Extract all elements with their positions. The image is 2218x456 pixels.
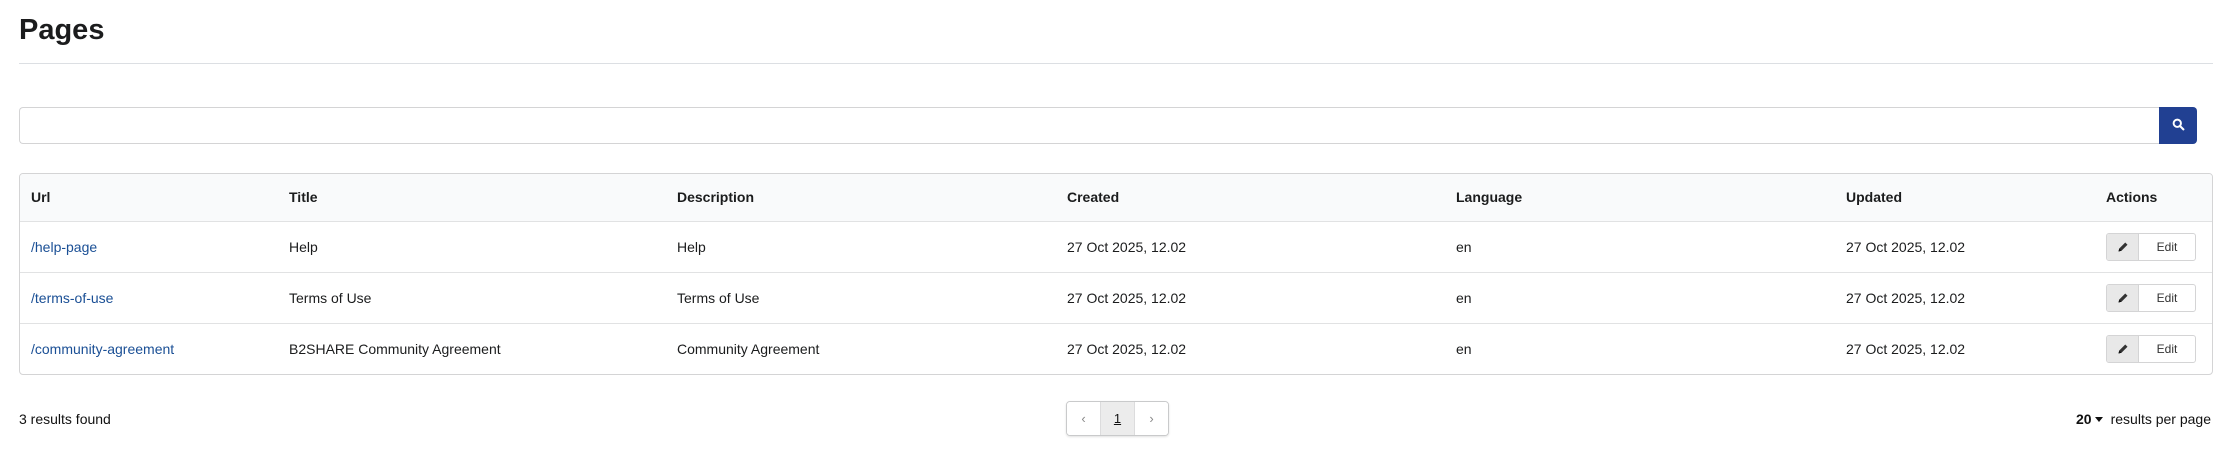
cell-created: 27 Oct 2025, 12.02 xyxy=(1067,238,1187,255)
cell-title: Terms of Use xyxy=(278,271,666,323)
title-divider xyxy=(19,63,2213,64)
cell-actions: Edit xyxy=(2095,221,2212,272)
search-button[interactable] xyxy=(2159,107,2197,144)
table-header-row: Url Title Description Created Language U… xyxy=(20,174,2212,222)
cell-url: /terms-of-use xyxy=(20,271,278,323)
pencil-icon xyxy=(2107,335,2139,362)
table-row: /community-agreement B2SHARE Community A… xyxy=(20,322,2212,374)
page-url-link[interactable]: /help-page xyxy=(31,239,97,255)
cell-title: B2SHARE Community Agreement xyxy=(278,322,666,374)
cell-language: en xyxy=(1456,238,1472,255)
per-page-dropdown[interactable]: 20 xyxy=(2076,411,2111,427)
pencil-icon xyxy=(2107,233,2139,260)
edit-button-label: Edit xyxy=(2156,341,2178,356)
per-page-label: results per page xyxy=(2110,411,2211,427)
search-input[interactable] xyxy=(19,107,2159,144)
pages-admin-view: Pages Url Title Description Created Lang… xyxy=(0,0,2218,456)
per-page-value: 20 xyxy=(2076,411,2092,427)
cell-description: Help xyxy=(677,238,706,255)
cell-actions: Edit xyxy=(2095,271,2212,323)
column-header-title[interactable]: Title xyxy=(278,174,666,222)
cell-language: en xyxy=(1445,271,1835,323)
cell-description: Terms of Use xyxy=(666,271,1056,323)
column-header-url[interactable]: Url xyxy=(20,174,278,222)
column-header-actions: Actions xyxy=(2095,174,2212,222)
results-per-page: 20 results per page xyxy=(2076,411,2211,427)
pencil-icon xyxy=(2107,284,2139,311)
pages-table: Url Title Description Created Language U… xyxy=(19,173,2213,375)
column-header-description[interactable]: Description xyxy=(666,174,1056,222)
edit-button-label: Edit xyxy=(2156,239,2178,254)
edit-button[interactable]: Edit xyxy=(2106,334,2196,363)
edit-button-label: Edit xyxy=(2156,290,2178,305)
cell-updated: 27 Oct 2025, 12.02 xyxy=(1835,271,2095,323)
pagination-next[interactable]: › xyxy=(1134,402,1168,435)
cell-actions: Edit xyxy=(2095,322,2212,374)
cell-updated: 27 Oct 2025, 12.02 xyxy=(1835,322,2095,374)
column-header-created[interactable]: Created xyxy=(1056,174,1445,222)
cell-description: Community Agreement xyxy=(666,322,1056,374)
edit-button[interactable]: Edit xyxy=(2106,283,2196,312)
page-url-link[interactable]: /community-agreement xyxy=(31,341,174,357)
edit-button[interactable]: Edit xyxy=(2106,232,2196,261)
results-count: 3 results found xyxy=(19,411,111,427)
search-icon xyxy=(2172,118,2185,134)
column-header-updated[interactable]: Updated xyxy=(1835,174,2095,222)
cell-created: 27 Oct 2025, 12.02 xyxy=(1056,271,1445,323)
pagination-page[interactable]: 1 xyxy=(1100,402,1134,435)
table-row: /help-page Help Help 27 Oct 2025, 12.02 … xyxy=(20,221,2212,272)
cell-url: /help-page xyxy=(20,221,278,272)
cell-url: /community-agreement xyxy=(20,322,278,374)
column-header-language[interactable]: Language xyxy=(1445,174,1835,222)
pagination-prev[interactable]: ‹ xyxy=(1067,402,1100,435)
table-row: /terms-of-use Terms of Use Terms of Use … xyxy=(20,271,2212,323)
page-title: Pages xyxy=(19,14,105,46)
cell-title: Help xyxy=(289,238,318,255)
cell-language: en xyxy=(1445,322,1835,374)
pagination: ‹ 1 › xyxy=(1066,401,1169,436)
cell-created: 27 Oct 2025, 12.02 xyxy=(1056,322,1445,374)
cell-updated: 27 Oct 2025, 12.02 xyxy=(1846,238,1966,255)
search-bar xyxy=(19,107,2197,144)
page-url-link[interactable]: /terms-of-use xyxy=(31,290,113,306)
caret-down-icon xyxy=(2094,416,2103,422)
